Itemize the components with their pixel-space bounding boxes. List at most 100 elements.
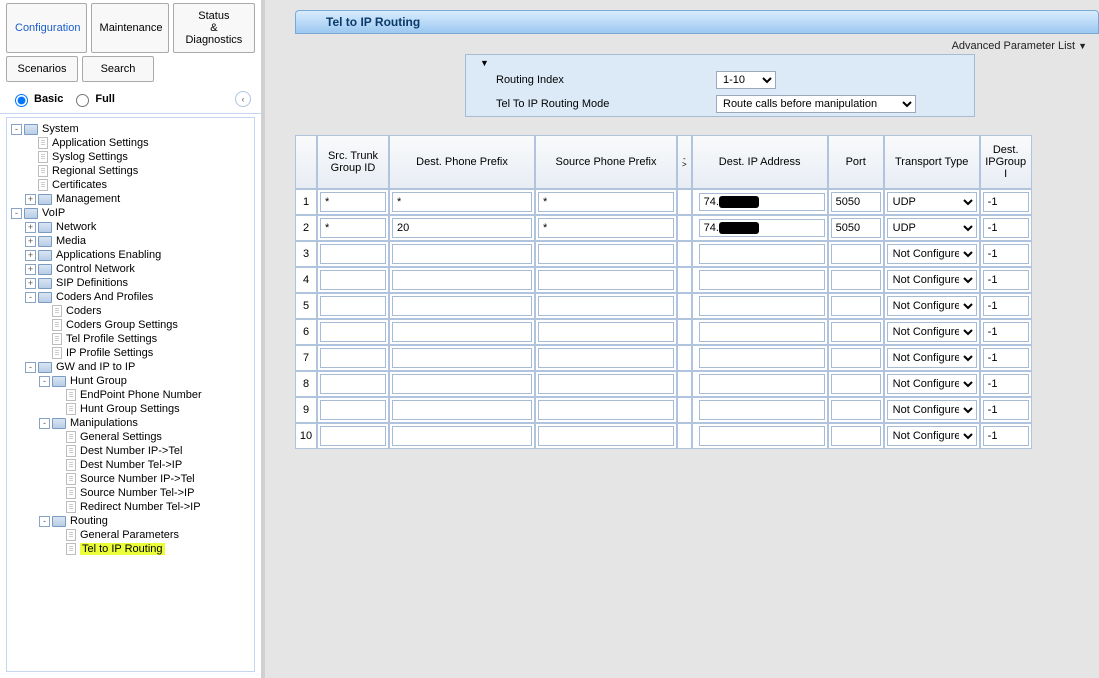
port-input[interactable] [831, 322, 881, 342]
tree-item-general-parameters[interactable]: General Parameters [51, 528, 252, 542]
tree-item-endpoint-phone-number[interactable]: EndPoint Phone Number [51, 388, 252, 402]
source-phone-prefix-input[interactable] [538, 322, 674, 342]
tree-item-network[interactable]: +Network [23, 220, 252, 234]
src-trunk-group-input[interactable] [320, 296, 386, 316]
tree-toggle-icon[interactable]: + [25, 264, 36, 275]
tree-toggle-icon[interactable]: + [25, 250, 36, 261]
tree-toggle-icon[interactable]: - [25, 292, 36, 303]
tree-item-voip[interactable]: -VoIP [9, 206, 252, 220]
transport-type-select[interactable]: Not Configured [887, 322, 977, 342]
tree-toggle-icon[interactable]: - [25, 362, 36, 373]
tree-item-redirect-number-tel-ip[interactable]: Redirect Number Tel->IP [51, 500, 252, 514]
tree-toggle-icon[interactable]: - [39, 516, 50, 527]
tree-toggle-icon[interactable]: - [39, 418, 50, 429]
tree-item-sip-definitions[interactable]: +SIP Definitions [23, 276, 252, 290]
source-phone-prefix-input[interactable] [538, 244, 674, 264]
tree-item-hunt-group[interactable]: -Hunt Group [37, 374, 252, 388]
port-input[interactable] [831, 244, 881, 264]
dest-ipgroup-input[interactable] [983, 244, 1029, 264]
dest-ipgroup-input[interactable] [983, 374, 1029, 394]
tree-toggle-icon[interactable]: + [25, 278, 36, 289]
tree-toggle-icon[interactable]: + [25, 194, 36, 205]
tree-toggle-icon[interactable]: - [39, 376, 50, 387]
dest-phone-prefix-input[interactable] [392, 348, 532, 368]
transport-type-select[interactable]: UDP [887, 218, 977, 238]
dest-ip-input[interactable] [699, 270, 825, 290]
dest-ip-input[interactable]: 74. [699, 219, 825, 237]
src-trunk-group-input[interactable] [320, 270, 386, 290]
tree-item-control-network[interactable]: +Control Network [23, 262, 252, 276]
tree-item-tel-to-ip-routing[interactable]: Tel to IP Routing [51, 542, 252, 556]
tree-item-general-settings[interactable]: General Settings [51, 430, 252, 444]
top-tab-maintenance[interactable]: Maintenance [91, 3, 169, 53]
dest-ip-input[interactable] [699, 348, 825, 368]
tree-item-coders[interactable]: Coders [37, 304, 252, 318]
tree-item-tel-profile-settings[interactable]: Tel Profile Settings [37, 332, 252, 346]
dest-ipgroup-input[interactable] [983, 348, 1029, 368]
tree-item-regional-settings[interactable]: Regional Settings [23, 164, 252, 178]
transport-type-select[interactable]: Not Configured [887, 348, 977, 368]
transport-type-select[interactable]: Not Configured [887, 400, 977, 420]
port-input[interactable] [831, 270, 881, 290]
tree-item-routing[interactable]: -Routing [37, 514, 252, 528]
source-phone-prefix-input[interactable] [538, 218, 674, 238]
source-phone-prefix-input[interactable] [538, 192, 674, 212]
port-input[interactable] [831, 348, 881, 368]
routing-mode-select[interactable]: Route calls before manipulation [716, 95, 916, 113]
tree-item-dest-number-ip-tel[interactable]: Dest Number IP->Tel [51, 444, 252, 458]
src-trunk-group-input[interactable] [320, 374, 386, 394]
tree-item-media[interactable]: +Media [23, 234, 252, 248]
tree-item-application-settings[interactable]: Application Settings [23, 136, 252, 150]
top-tab-configuration[interactable]: Configuration [6, 3, 87, 53]
tree-item-system[interactable]: -System [9, 122, 252, 136]
tree-item-hunt-group-settings[interactable]: Hunt Group Settings [51, 402, 252, 416]
port-input[interactable] [831, 218, 881, 238]
dest-ip-input[interactable] [699, 322, 825, 342]
transport-type-select[interactable]: Not Configured [887, 270, 977, 290]
source-phone-prefix-input[interactable] [538, 348, 674, 368]
src-trunk-group-input[interactable] [320, 400, 386, 420]
dest-ipgroup-input[interactable] [983, 296, 1029, 316]
dest-ipgroup-input[interactable] [983, 322, 1029, 342]
dest-ip-input[interactable] [699, 244, 825, 264]
tree-item-applications-enabling[interactable]: +Applications Enabling [23, 248, 252, 262]
view-full-input[interactable] [76, 94, 89, 107]
transport-type-select[interactable]: Not Configured [887, 244, 977, 264]
src-trunk-group-input[interactable] [320, 244, 386, 264]
view-full-radio[interactable]: Full [71, 91, 115, 107]
top-tab-search[interactable]: Search [82, 56, 154, 82]
tree-item-coders-group-settings[interactable]: Coders Group Settings [37, 318, 252, 332]
tree-item-gw-and-ip-to-ip[interactable]: -GW and IP to IP [23, 360, 252, 374]
tree-item-management[interactable]: +Management [23, 192, 252, 206]
dest-ipgroup-input[interactable] [983, 192, 1029, 212]
routing-index-select[interactable]: 1-10 [716, 71, 776, 89]
source-phone-prefix-input[interactable] [538, 270, 674, 290]
tree-item-source-number-ip-tel[interactable]: Source Number IP->Tel [51, 472, 252, 486]
tree-item-source-number-tel-ip[interactable]: Source Number Tel->IP [51, 486, 252, 500]
top-tab-status-diagnostics[interactable]: Status& Diagnostics [173, 3, 255, 53]
dest-ip-input[interactable] [699, 400, 825, 420]
view-basic-input[interactable] [15, 94, 28, 107]
transport-type-select[interactable]: Not Configured [887, 426, 977, 446]
source-phone-prefix-input[interactable] [538, 400, 674, 420]
top-tab-scenarios[interactable]: Scenarios [6, 56, 78, 82]
tree-toggle-icon[interactable]: - [11, 208, 22, 219]
source-phone-prefix-input[interactable] [538, 296, 674, 316]
dest-phone-prefix-input[interactable] [392, 296, 532, 316]
tree-item-ip-profile-settings[interactable]: IP Profile Settings [37, 346, 252, 360]
port-input[interactable] [831, 296, 881, 316]
dest-ip-input[interactable] [699, 374, 825, 394]
dest-phone-prefix-input[interactable] [392, 192, 532, 212]
src-trunk-group-input[interactable] [320, 348, 386, 368]
tree-toggle-icon[interactable]: - [11, 124, 22, 135]
advanced-param-link[interactable]: Advanced Parameter List▼ [295, 34, 1099, 54]
sidebar-collapse-button[interactable]: ‹ [235, 91, 251, 107]
dest-ipgroup-input[interactable] [983, 400, 1029, 420]
dest-ip-input[interactable] [699, 296, 825, 316]
dest-phone-prefix-input[interactable] [392, 244, 532, 264]
src-trunk-group-input[interactable] [320, 192, 386, 212]
dest-phone-prefix-input[interactable] [392, 322, 532, 342]
tree-toggle-icon[interactable]: + [25, 222, 36, 233]
tree-item-dest-number-tel-ip[interactable]: Dest Number Tel->IP [51, 458, 252, 472]
dest-phone-prefix-input[interactable] [392, 426, 532, 446]
